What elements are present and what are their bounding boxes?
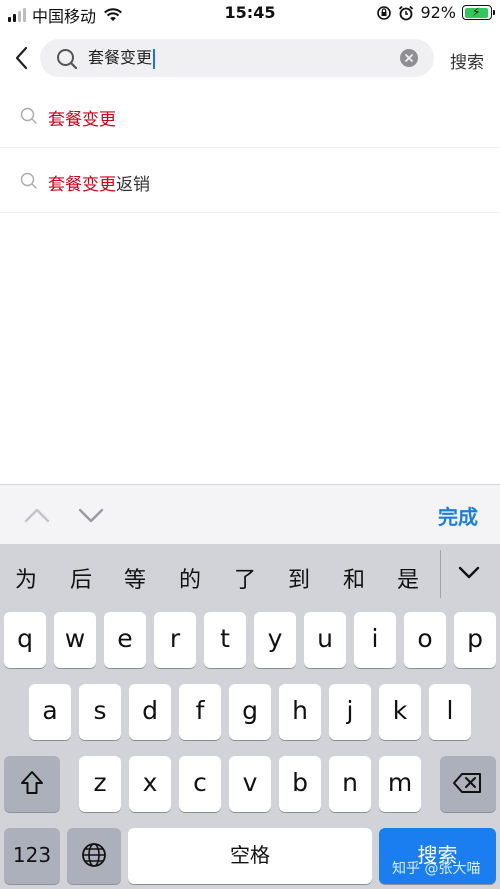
backspace-icon	[453, 773, 481, 793]
suggestion-item[interactable]: 套餐变更返销	[0, 149, 500, 213]
suggestion-rest: 返销	[116, 175, 150, 195]
candidate-word[interactable]: 是	[397, 562, 419, 594]
key-y[interactable]: y	[254, 612, 296, 668]
search-box[interactable]: 套餐变更	[40, 39, 434, 77]
key-q[interactable]: q	[4, 612, 46, 668]
key-j[interactable]: j	[329, 684, 371, 740]
key-a[interactable]: a	[29, 684, 71, 740]
key-f[interactable]: f	[179, 684, 221, 740]
candidate-divider	[440, 550, 441, 598]
text-caret	[153, 48, 156, 69]
globe-icon	[82, 843, 106, 867]
candidate-bar: 为 后 等 的 了 到 和 是	[0, 544, 500, 606]
shift-key[interactable]	[4, 756, 60, 812]
candidate-word[interactable]: 了	[234, 562, 256, 594]
chevron-up-icon[interactable]	[22, 501, 52, 529]
search-icon	[57, 49, 78, 70]
alarm-icon	[399, 5, 414, 20]
back-icon[interactable]	[12, 44, 32, 72]
key-x[interactable]: x	[129, 756, 171, 812]
key-h[interactable]: h	[279, 684, 321, 740]
status-right: 92% ⚡	[376, 3, 495, 22]
key-m[interactable]: m	[379, 756, 421, 812]
key-z[interactable]: z	[79, 756, 121, 812]
candidate-word[interactable]: 为	[15, 562, 37, 594]
key-c[interactable]: c	[179, 756, 221, 812]
chevron-down-icon[interactable]	[76, 501, 106, 529]
key-d[interactable]: d	[129, 684, 171, 740]
search-input[interactable]: 套餐变更	[88, 39, 156, 77]
key-w[interactable]: w	[54, 612, 96, 668]
key-i[interactable]: i	[354, 612, 396, 668]
suggestion-text: 套餐变更	[48, 105, 116, 130]
key-r[interactable]: r	[154, 612, 196, 668]
search-submit-button[interactable]: 搜索	[450, 48, 484, 73]
key-p[interactable]: p	[454, 612, 496, 668]
suggestion-highlight: 套餐变更	[48, 110, 116, 130]
search-header: 套餐变更 搜索	[0, 36, 500, 80]
search-icon	[20, 172, 37, 189]
battery-icon: ⚡	[462, 5, 495, 20]
candidate-word[interactable]: 后	[70, 562, 92, 594]
key-u[interactable]: u	[304, 612, 346, 668]
key-g[interactable]: g	[229, 684, 271, 740]
battery-cap	[493, 10, 495, 15]
numbers-key[interactable]: 123	[4, 828, 60, 884]
suggestion-item[interactable]: 套餐变更	[0, 84, 500, 148]
globe-key[interactable]	[67, 828, 121, 884]
clear-icon[interactable]	[400, 49, 418, 67]
battery-percent: 92%	[420, 3, 456, 22]
delete-key[interactable]	[440, 756, 496, 812]
charging-bolt-icon: ⚡	[472, 5, 481, 19]
keyboard-toolbar: 完成	[0, 484, 500, 544]
space-key[interactable]: 空格	[128, 828, 372, 884]
key-k[interactable]: k	[379, 684, 421, 740]
key-t[interactable]: t	[204, 612, 246, 668]
candidate-word[interactable]: 等	[124, 562, 146, 594]
candidate-word[interactable]: 到	[288, 562, 310, 594]
done-button[interactable]: 完成	[438, 501, 478, 530]
shift-icon	[21, 771, 43, 794]
status-bar: 中国移动 15:45 92% ⚡	[0, 0, 500, 28]
key-e[interactable]: e	[104, 612, 146, 668]
key-s[interactable]: s	[79, 684, 121, 740]
key-l[interactable]: l	[429, 684, 471, 740]
rotation-lock-icon	[377, 5, 392, 20]
suggestion-text: 套餐变更返销	[48, 170, 150, 195]
expand-candidates-icon[interactable]	[456, 562, 482, 584]
search-icon	[20, 107, 37, 124]
key-n[interactable]: n	[329, 756, 371, 812]
key-o[interactable]: o	[404, 612, 446, 668]
search-query: 套餐变更	[88, 48, 153, 67]
key-v[interactable]: v	[229, 756, 271, 812]
suggestion-highlight: 套餐变更	[48, 175, 116, 195]
watermark: 知乎 @张大喵	[392, 861, 481, 877]
candidate-word[interactable]: 和	[343, 562, 365, 594]
key-b[interactable]: b	[279, 756, 321, 812]
candidate-word[interactable]: 的	[179, 562, 201, 594]
keyboard: 为 后 等 的 了 到 和 是 q w e r t y u i o p a s …	[0, 544, 500, 889]
